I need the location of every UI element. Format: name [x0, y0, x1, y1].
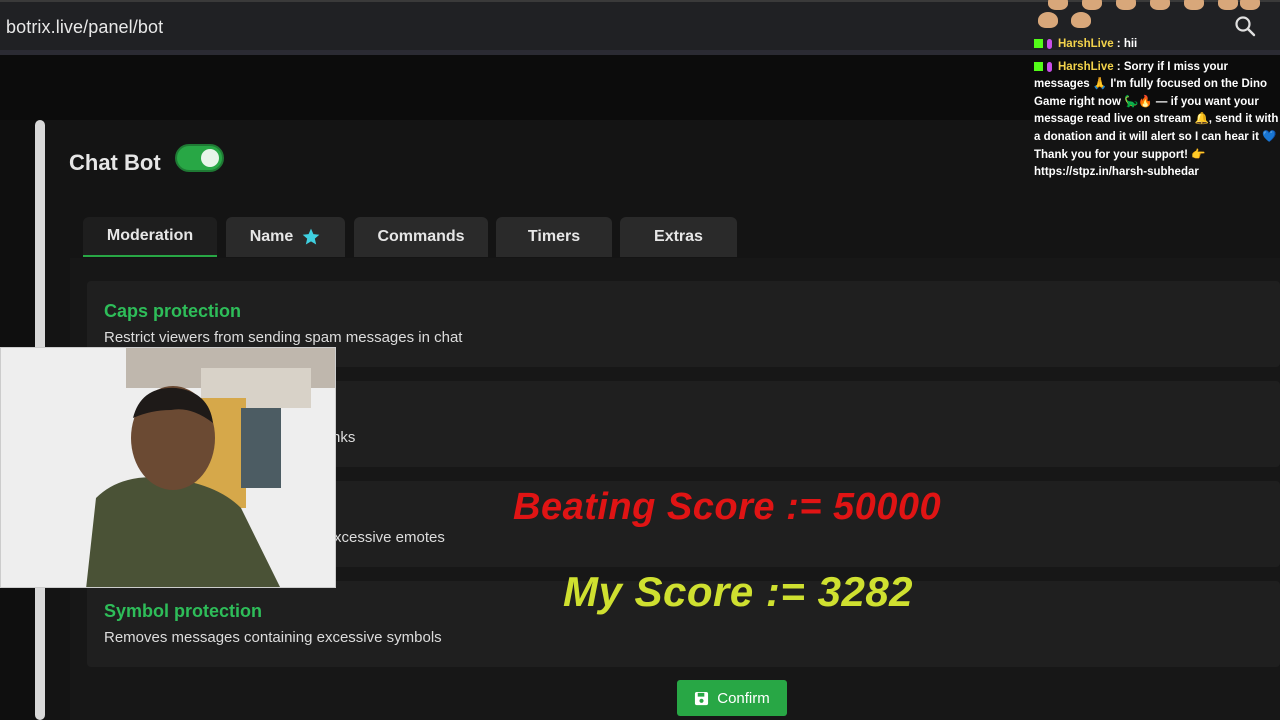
emote-icon [1184, 0, 1204, 10]
chat-bot-toggle[interactable] [175, 144, 224, 172]
emote-icon [1038, 12, 1058, 28]
webcam-image [1, 348, 335, 587]
chat-message: HarshLive : hii [1034, 36, 1280, 54]
mic-badge-icon [1047, 61, 1052, 72]
confirm-button[interactable]: Confirm [677, 680, 787, 716]
kick-badge-icon [1034, 62, 1043, 72]
mic-badge-icon [1047, 38, 1052, 49]
card-description: Restrict viewers from sending spam messa… [104, 329, 463, 346]
beating-score-text: Beating Score := 50000 [513, 486, 942, 528]
chat-text: : hii [1113, 38, 1138, 50]
tab-timers[interactable]: Timers [496, 217, 612, 257]
chat-text: : Sorry if I miss your messages 🙏 I'm fu… [1034, 60, 1279, 179]
emote-icon [1150, 0, 1170, 10]
confirm-label: Confirm [717, 689, 770, 707]
webcam-feed [0, 347, 336, 588]
search-icon[interactable] [1233, 14, 1257, 38]
emote-icon [1048, 0, 1068, 10]
toggle-knob [201, 149, 219, 167]
tab-moderation[interactable]: Moderation [83, 217, 217, 257]
tab-commands[interactable]: Commands [354, 217, 488, 257]
kick-badge-icon [1034, 39, 1043, 49]
emote-icon [1240, 0, 1260, 10]
chat-username: HarshLive [1058, 38, 1114, 50]
save-icon [695, 691, 709, 705]
page-title: Chat Bot [69, 150, 161, 175]
tab-label: Timers [527, 228, 581, 245]
emote-icon [1082, 0, 1102, 10]
card-description: Removes messages containing excessive sy… [104, 629, 442, 646]
chat-username: HarshLive [1058, 60, 1114, 73]
tab-label: Name [249, 228, 294, 245]
tab-label: Commands [377, 228, 465, 245]
tab-label: Moderation [106, 227, 194, 244]
screen: botrix.live/panel/bot Chat Bot Moderatio… [0, 0, 1280, 720]
my-score-text: My Score := 3282 [563, 568, 914, 615]
emote-icon [1218, 0, 1238, 10]
emote-icon [1116, 0, 1136, 10]
tab-extras[interactable]: Extras [620, 217, 737, 257]
chat-message: HarshLive : Sorry if I miss your message… [1034, 59, 1280, 182]
card-description: xcessive emotes [334, 529, 445, 546]
card-title: Caps protection [104, 301, 242, 321]
chat-messages: HarshLive : hii HarshLive : Sorry if I m… [1034, 36, 1280, 182]
card-title: Symbol protection [104, 601, 263, 621]
tab-label: Extras [654, 228, 703, 245]
star-icon [302, 228, 320, 245]
emote-icon [1071, 12, 1091, 28]
url-text[interactable]: botrix.live/panel/bot [6, 17, 163, 38]
tab-name[interactable]: Name [226, 217, 345, 257]
